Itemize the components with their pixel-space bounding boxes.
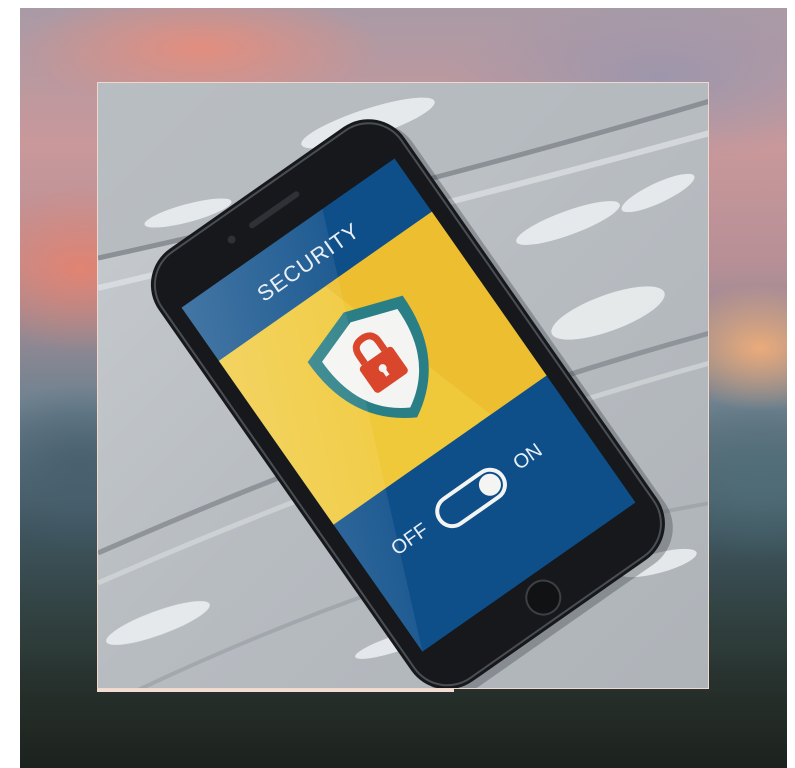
page: SECURITY OFF ON: [0, 0, 795, 768]
photo-frame: SECURITY OFF ON: [97, 82, 709, 689]
security-phone-photo: SECURITY OFF ON: [98, 83, 708, 688]
frame-underline: [97, 689, 454, 692]
